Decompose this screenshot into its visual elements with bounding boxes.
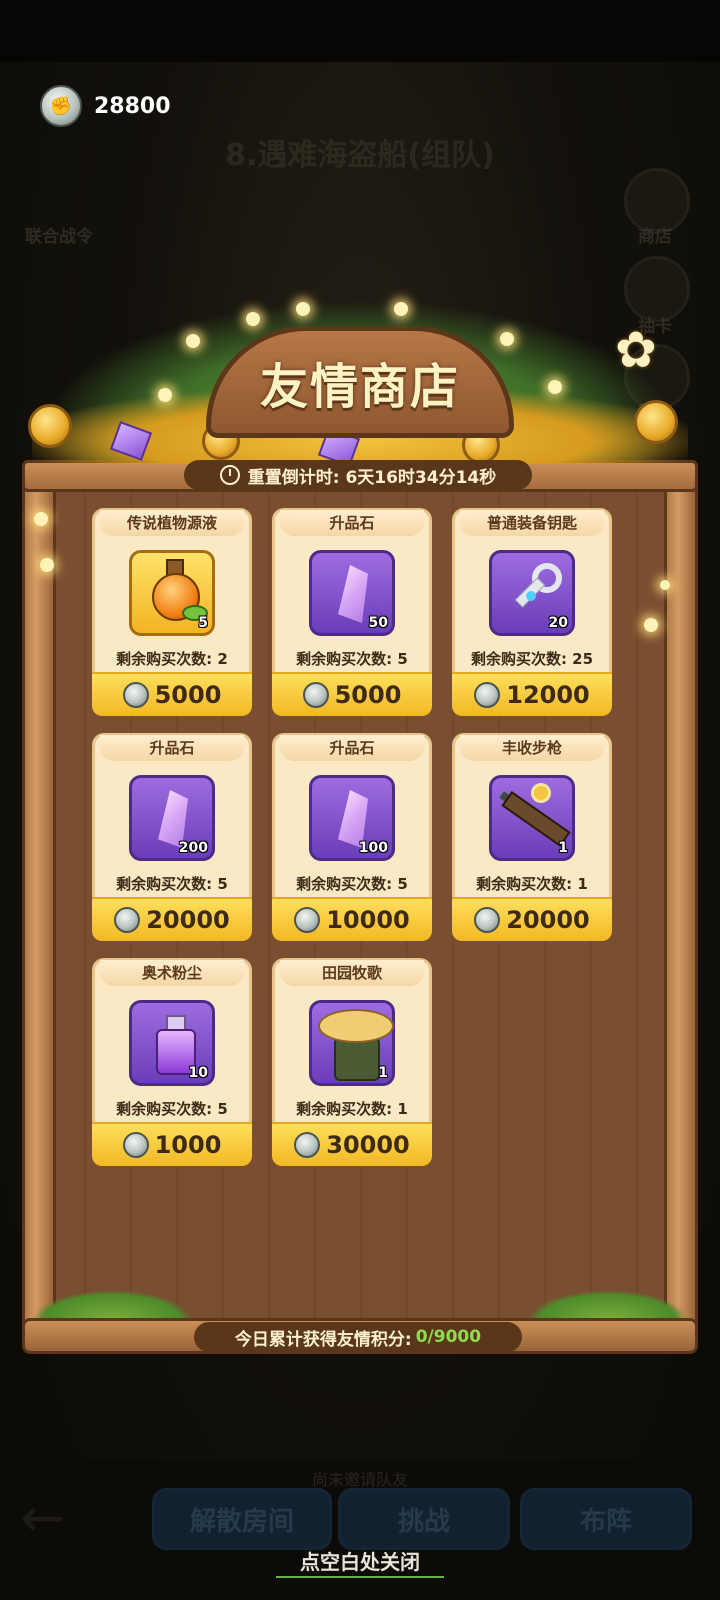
daily-points-value: 0/9000 (415, 1327, 482, 1347)
shop-item-card[interactable]: 田园牧歌 1 剩余购买次数: 1 30000 (272, 958, 432, 1166)
light-bulb-icon (158, 388, 172, 402)
fist-coin-icon (294, 907, 321, 933)
item-name: 田园牧歌 (280, 960, 424, 986)
upgrade-crystal-icon: 100 (309, 775, 395, 861)
shop-item-card[interactable]: 升品石 100 剩余购买次数: 5 10000 (272, 733, 432, 941)
remaining-purchases: 剩余购买次数: 1 (476, 875, 588, 893)
item-quantity: 1 (378, 1065, 388, 1081)
daily-friendship-points: 今日累计获得友情积分: 0/9000 (194, 1322, 522, 1352)
gold-coin-icon (28, 404, 72, 448)
buy-price-button[interactable]: 20000 (92, 897, 252, 941)
shop-item-card[interactable]: 升品石 200 剩余购买次数: 5 20000 (92, 733, 252, 941)
fist-coin-icon (474, 682, 501, 708)
shop-header: 友情商店 (22, 300, 698, 470)
light-bulb-icon (660, 580, 670, 590)
shop-item-card[interactable]: 普通装备钥匙 20 剩余购买次数: 25 12000 (452, 508, 612, 716)
arcane-dust-bottle-icon: 10 (129, 1000, 215, 1086)
pastoral-outfit-icon: 1 (309, 1000, 395, 1086)
remaining-purchases: 剩余购买次数: 5 (296, 650, 408, 668)
close-flower-icon[interactable]: ✿ (608, 321, 664, 379)
shop-item-card[interactable]: 传说植物源液 5 剩余购买次数: 2 5000 (92, 508, 252, 716)
plant-essence-potion-icon: 5 (129, 550, 215, 636)
hint-underline (276, 1576, 444, 1578)
shop-item-card[interactable]: 奥术粉尘 10 剩余购买次数: 5 1000 (92, 958, 252, 1166)
friendship-points-value: 28800 (94, 93, 171, 119)
fist-coin-icon: ✊ (40, 85, 82, 127)
item-price: 12000 (506, 681, 590, 709)
item-price: 30000 (326, 1131, 410, 1159)
shop-item-card[interactable]: 丰收步枪 1 剩余购买次数: 1 20000 (452, 733, 612, 941)
shop-title: 友情商店 (259, 359, 460, 415)
item-quantity: 20 (548, 615, 568, 631)
light-bulb-icon (246, 312, 260, 326)
light-bulb-icon (40, 558, 54, 572)
remaining-purchases: 剩余购买次数: 5 (296, 875, 408, 893)
item-quantity: 200 (178, 840, 208, 856)
daily-points-label: 今日累计获得友情积分: (234, 1329, 412, 1350)
item-quantity: 1 (558, 840, 568, 856)
remaining-purchases: 剩余购买次数: 1 (296, 1100, 408, 1118)
light-bulb-icon (644, 618, 658, 632)
item-name: 丰收步枪 (460, 735, 604, 761)
tap-to-close-hint[interactable]: 点空白处关闭 (0, 1546, 720, 1575)
item-quantity: 50 (368, 615, 388, 631)
item-name: 奥术粉尘 (100, 960, 244, 986)
grass-right (528, 1290, 688, 1320)
item-price: 10000 (326, 906, 410, 934)
upgrade-crystal-icon: 50 (309, 550, 395, 636)
upgrade-crystal-icon: 200 (129, 775, 215, 861)
item-name: 升品石 (280, 735, 424, 761)
item-price: 1000 (154, 1131, 222, 1159)
fist-coin-icon (122, 1132, 149, 1158)
item-quantity: 5 (198, 615, 208, 631)
panel-post-left (22, 460, 56, 1332)
light-bulb-icon (394, 302, 408, 316)
item-name: 升品石 (280, 510, 424, 536)
item-name: 普通装备钥匙 (460, 510, 604, 536)
light-bulb-icon (296, 302, 310, 316)
item-name: 升品石 (100, 735, 244, 761)
fist-coin-icon (474, 907, 501, 933)
remaining-purchases: 剩余购买次数: 2 (116, 650, 228, 668)
fist-coin-icon (294, 1132, 321, 1158)
item-price: 5000 (154, 681, 222, 709)
light-bulb-icon (34, 512, 48, 526)
gold-coin-icon (634, 400, 678, 444)
remaining-purchases: 剩余购买次数: 5 (116, 875, 228, 893)
shop-title-sign: 友情商店 (206, 326, 514, 438)
equipment-key-icon: 20 (489, 550, 575, 636)
light-bulb-icon (548, 380, 562, 394)
buy-price-button[interactable]: 1000 (92, 1122, 252, 1166)
buy-price-button[interactable]: 30000 (272, 1122, 432, 1166)
item-price: 20000 (506, 906, 590, 934)
remaining-purchases: 剩余购买次数: 5 (116, 1100, 228, 1118)
shop-item-card[interactable]: 升品石 50 剩余购买次数: 5 5000 (272, 508, 432, 716)
buy-price-button[interactable]: 5000 (92, 672, 252, 716)
clock-icon (219, 465, 240, 485)
fist-coin-icon (114, 907, 141, 933)
friendship-points-display: ✊ 28800 (40, 84, 200, 128)
remaining-purchases: 剩余购买次数: 25 (470, 650, 594, 668)
grass-left (32, 1290, 192, 1320)
buy-price-button[interactable]: 5000 (272, 672, 432, 716)
fist-coin-icon (302, 682, 329, 708)
light-bulb-icon (186, 334, 200, 348)
item-price: 5000 (334, 681, 402, 709)
item-price: 20000 (146, 906, 230, 934)
countdown-text: 重置倒计时: 6天16时34分14秒 (247, 467, 497, 488)
panel-post-right (664, 460, 698, 1332)
reset-countdown: 重置倒计时: 6天16时34分14秒 (184, 460, 532, 490)
fist-coin-icon (122, 682, 149, 708)
light-bulb-icon (500, 332, 514, 346)
item-name: 传说植物源液 (100, 510, 244, 536)
buy-price-button[interactable]: 20000 (452, 897, 612, 941)
item-quantity: 100 (358, 840, 388, 856)
buy-price-button[interactable]: 10000 (272, 897, 432, 941)
harvest-rifle-icon: 1 (489, 775, 575, 861)
buy-price-button[interactable]: 12000 (452, 672, 612, 716)
item-quantity: 10 (188, 1065, 208, 1081)
